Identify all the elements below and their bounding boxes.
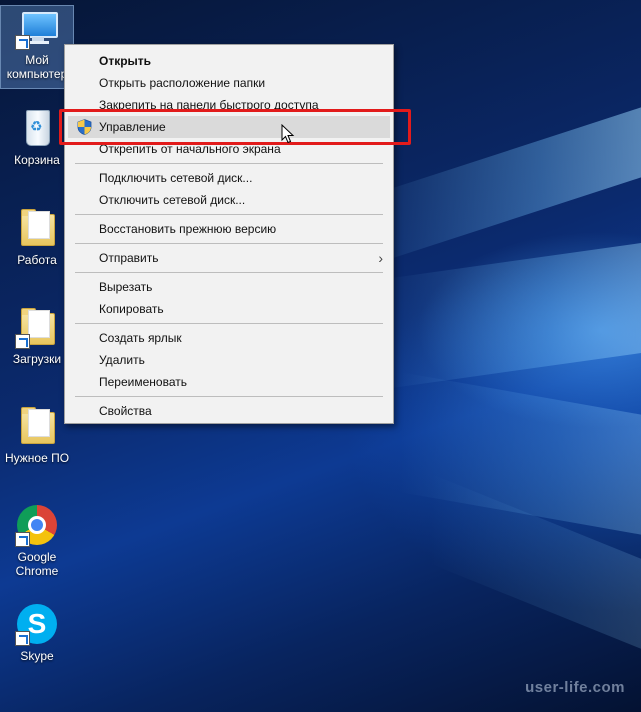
menu-item-map-network-drive[interactable]: Подключить сетевой диск...: [65, 167, 393, 189]
shortcut-arrow-icon: [15, 631, 30, 646]
shortcut-arrow-icon: [15, 532, 30, 547]
menu-separator: [75, 272, 383, 273]
menu-item-send-to[interactable]: Отправить ›: [65, 247, 393, 269]
menu-item-open-folder-location[interactable]: Открыть расположение папки: [65, 72, 393, 94]
menu-item-open[interactable]: Открыть: [65, 50, 393, 72]
desktop-icon-label: Нужное ПО: [4, 451, 70, 465]
menu-item-cut[interactable]: Вырезать: [65, 276, 393, 298]
chevron-right-icon: ›: [378, 250, 383, 266]
folder-icon: [15, 404, 59, 448]
menu-item-label: Отправить: [99, 251, 159, 265]
menu-item-rename[interactable]: Переименовать: [65, 371, 393, 393]
menu-item-restore-previous-version[interactable]: Восстановить прежнюю версию: [65, 218, 393, 240]
desktop-background: Мой компьютер Корзина Работа Загрузки Ну…: [0, 0, 641, 712]
menu-separator: [75, 243, 383, 244]
desktop-icon-google-chrome[interactable]: Google Chrome: [1, 503, 73, 578]
shortcut-arrow-icon: [15, 334, 30, 349]
desktop-icon-label: Skype: [20, 649, 54, 663]
desktop-icon-label: Мой компьютер: [6, 53, 68, 81]
context-menu: Открыть Открыть расположение папки Закре…: [64, 44, 394, 424]
highlight-box: [59, 109, 411, 145]
folder-icon: [15, 206, 59, 250]
desktop-icon-label-line2: Chrome: [15, 564, 59, 578]
menu-separator: [75, 214, 383, 215]
skype-icon: S: [15, 602, 59, 646]
desktop-icon-skype[interactable]: S Skype: [1, 602, 73, 663]
desktop-icon-work-folder[interactable]: Работа: [1, 206, 73, 267]
menu-separator: [75, 396, 383, 397]
desktop-icon-label: Корзина: [14, 153, 60, 167]
menu-item-disconnect-network-drive[interactable]: Отключить сетевой диск...: [65, 189, 393, 211]
menu-item-copy[interactable]: Копировать: [65, 298, 393, 320]
recycle-bin-icon: [15, 106, 59, 150]
menu-separator: [75, 323, 383, 324]
menu-separator: [75, 163, 383, 164]
desktop-icon-label-line1: Google: [17, 550, 57, 564]
watermark: user-life.com: [525, 679, 625, 696]
wallpaper-light-beam: [380, 240, 641, 390]
mouse-cursor-icon: [281, 124, 295, 144]
desktop-icon-downloads-folder[interactable]: Загрузки: [1, 305, 73, 366]
shortcut-arrow-icon: [15, 35, 30, 50]
computer-icon: [15, 6, 59, 50]
desktop-icon-my-computer[interactable]: Мой компьютер: [0, 5, 74, 89]
menu-item-properties[interactable]: Свойства: [65, 400, 393, 422]
chrome-icon: [15, 503, 59, 547]
desktop-icon-label: Работа: [17, 253, 57, 267]
folder-icon: [15, 305, 59, 349]
desktop-icon-label: Загрузки: [12, 352, 62, 366]
menu-item-create-shortcut[interactable]: Создать ярлык: [65, 327, 393, 349]
desktop-icon-software-folder[interactable]: Нужное ПО: [1, 404, 73, 465]
menu-item-delete[interactable]: Удалить: [65, 349, 393, 371]
